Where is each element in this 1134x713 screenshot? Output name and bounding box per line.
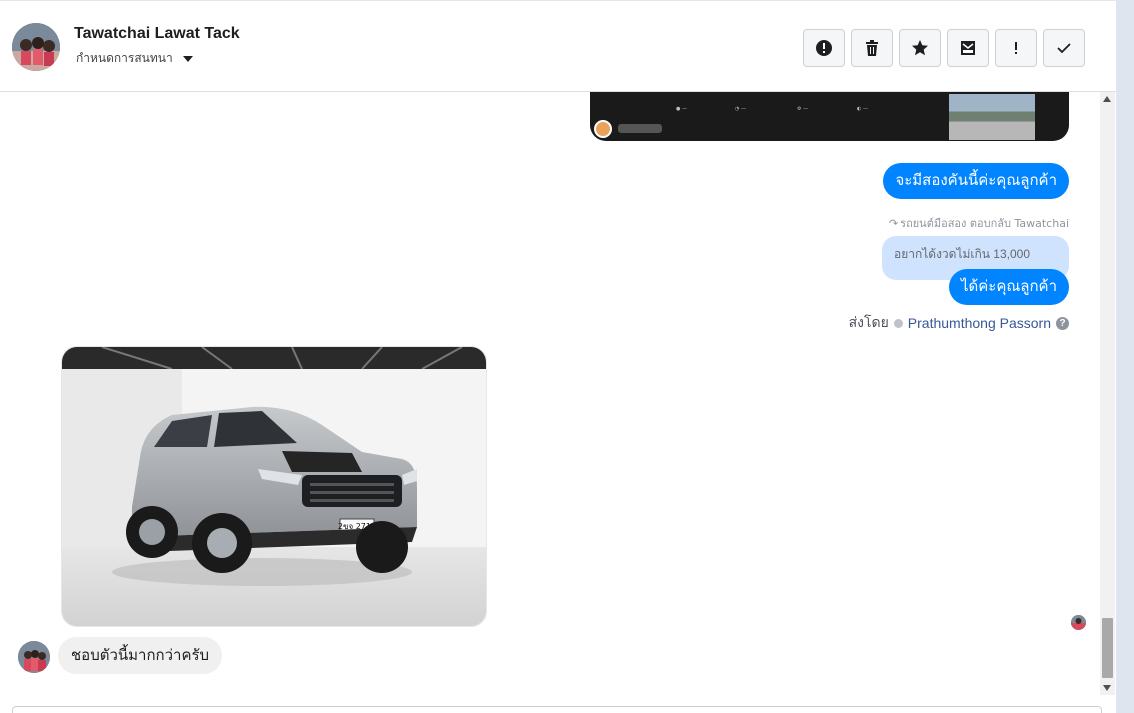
exclamation-icon (1015, 42, 1017, 54)
caret-down-icon (182, 55, 193, 62)
envelope-icon (961, 41, 975, 55)
scroll-down-arrow-icon[interactable] (1103, 685, 1111, 691)
header-actions (803, 29, 1085, 67)
mark-done-button[interactable] (1043, 29, 1085, 67)
suv-photo-illustration: 2ขจ 2717 (62, 347, 486, 626)
outgoing-message[interactable]: จะมีสองคันนี้ค่ะคุณลูกค้า (883, 163, 1069, 199)
delete-button[interactable] (851, 29, 893, 67)
listing-thumbnail[interactable] (949, 94, 1035, 140)
thread-scrollbar[interactable] (1100, 92, 1115, 695)
page-badge-icon (594, 120, 612, 138)
card-caption-pill (618, 124, 662, 133)
reply-arrow-icon: ↷ (888, 216, 899, 230)
sender-avatar[interactable] (18, 641, 50, 673)
reply-label: ↷ รถยนต์มือสอง ตอบกลับ Tawatchai (889, 214, 1069, 232)
check-icon (1057, 43, 1071, 54)
card-spec-cell: ● — (676, 106, 687, 112)
right-panel-edge (1116, 0, 1134, 713)
trash-icon (866, 40, 878, 56)
card-spec-cell: ◔ — (735, 106, 746, 112)
scroll-up-arrow-icon[interactable] (1103, 96, 1111, 102)
seen-avatar (1071, 615, 1086, 630)
sent-by-prefix: ส่งโดย (848, 314, 889, 330)
conversation-settings-dropdown[interactable]: กำหนดการสนทนา (76, 49, 193, 68)
verified-check-icon (893, 318, 903, 328)
shared-listing-card[interactable]: ● — ◔ — ⚙ — ◐ — (590, 92, 1069, 141)
alert-circle-icon (816, 40, 832, 56)
scroll-thumb[interactable] (1102, 618, 1113, 678)
card-spec-cell: ◐ — (857, 106, 868, 112)
conversation-header: Tawatchai Lawat Tack กำหนดการสนทนา (0, 0, 1116, 92)
message-composer[interactable] (12, 706, 1102, 713)
sender-name[interactable]: Prathumthong Passorn (908, 315, 1051, 331)
card-spec-cell: ⚙ — (797, 106, 809, 112)
outgoing-message[interactable]: ได้ค่ะคุณลูกค้า (948, 269, 1069, 305)
mark-unread-button[interactable] (947, 29, 989, 67)
incoming-message[interactable]: ชอบตัวนี้มากกว่าครับ (58, 637, 223, 674)
reply-label-text: รถยนต์มือสอง ตอบกลับ Tawatchai (900, 217, 1069, 230)
question-icon[interactable]: ? (1056, 316, 1069, 330)
contact-avatar[interactable] (12, 23, 60, 71)
sent-by-line: ส่งโดย Prathumthong Passorn ? (849, 312, 1069, 334)
important-button[interactable] (995, 29, 1037, 67)
contact-name[interactable]: Tawatchai Lawat Tack (74, 25, 240, 43)
star-icon (912, 40, 928, 56)
conversation-settings-label: กำหนดการสนทนา (76, 51, 173, 65)
message-thread: ● — ◔ — ⚙ — ◐ — จะมีสองคันนี้ค่ะคุณลูกค้… (0, 92, 1100, 713)
star-button[interactable] (899, 29, 941, 67)
incoming-photo[interactable]: 2ขจ 2717 (61, 346, 487, 627)
report-spam-button[interactable] (803, 29, 845, 67)
